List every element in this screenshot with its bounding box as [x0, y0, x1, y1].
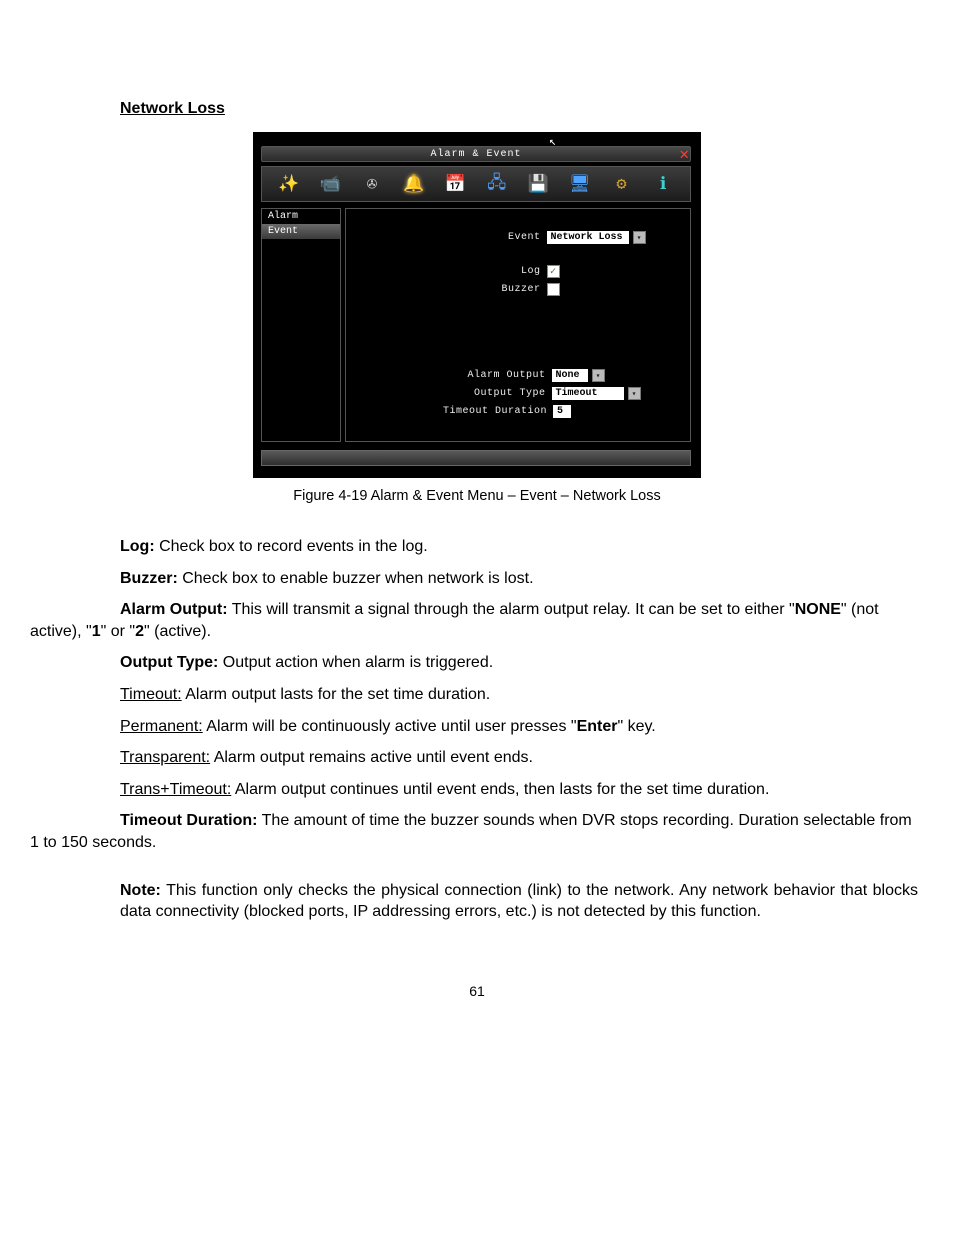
label-buzzer: Buzzer: [391, 284, 541, 295]
toolbar: ✨ 📹 ✇ 🔔 📅 🖧 💾 🖥 ⚙ ℹ: [261, 166, 691, 202]
text-transparent: Alarm output remains active until event …: [210, 749, 533, 766]
para-note: Note: This function only checks the phys…: [30, 880, 924, 923]
check-icon: ✓: [550, 266, 556, 278]
text-permanent-b: " key.: [617, 718, 655, 735]
window-titlebar: Alarm & Event: [261, 146, 691, 162]
text-transtimeout: Alarm output continues until event ends,…: [231, 781, 769, 798]
para-permanent: Permanent: Alarm will be continuously ac…: [120, 716, 924, 738]
text-ao-none: NONE: [795, 601, 841, 618]
term-transtimeout: Trans+Timeout:: [120, 781, 231, 798]
alarm-event-window: ↖ Alarm & Event ✕ ✨ 📹 ✇ 🔔 📅 🖧 💾 🖥 ⚙ ℹ Al…: [253, 132, 701, 478]
label-timeout-duration: Timeout Duration: [397, 406, 547, 417]
text-ao-1: 1: [92, 623, 101, 640]
term-timeout: Timeout:: [120, 686, 182, 703]
buzzer-checkbox[interactable]: [547, 283, 560, 296]
chevron-down-icon[interactable]: ▾: [592, 369, 605, 382]
text-output-type: Output action when alarm is triggered.: [218, 654, 493, 671]
term-permanent: Permanent:: [120, 718, 203, 735]
alarm-output-select[interactable]: None: [552, 369, 588, 382]
text-ao-d: " (active).: [144, 623, 211, 640]
para-buzzer: Buzzer: Check box to enable buzzer when …: [120, 568, 924, 590]
para-log: Log: Check box to record events in the l…: [120, 536, 924, 558]
disk-icon[interactable]: 💾: [525, 171, 551, 197]
window-bottombar: [261, 450, 691, 466]
para-output-type: Output Type: Output action when alarm is…: [120, 652, 924, 674]
alarm-output-value: None: [556, 370, 580, 381]
figure-caption: Figure 4-19 Alarm & Event Menu – Event –…: [30, 488, 924, 504]
settings-panel: Event Network Loss ▾ Log ✓ Buzzer: [345, 208, 691, 442]
event-select-value: Network Loss: [551, 232, 623, 243]
timeout-duration-field[interactable]: 5: [553, 405, 571, 418]
reel-icon[interactable]: ✇: [359, 171, 385, 197]
page-number: 61: [30, 983, 924, 999]
camera-icon[interactable]: 📹: [317, 171, 343, 197]
note-lead: Note:: [120, 882, 161, 899]
text-buzzer: Check box to enable buzzer when network …: [178, 570, 534, 587]
sparkle-icon[interactable]: ✨: [276, 171, 302, 197]
output-type-value: Timeout: [556, 388, 598, 399]
term-transparent: Transparent:: [120, 749, 210, 766]
label-output-type: Output Type: [396, 388, 546, 399]
lead-output-type: Output Type:: [120, 654, 218, 671]
text-permanent-a: Alarm will be continuously active until …: [203, 718, 577, 735]
para-transparent: Transparent: Alarm output remains active…: [120, 747, 924, 769]
text-ao-a: This will transmit a signal through the …: [228, 601, 795, 618]
label-event: Event: [391, 232, 541, 243]
lead-buzzer: Buzzer:: [120, 570, 178, 587]
lead-alarm-output: Alarm Output:: [120, 601, 228, 618]
info-icon[interactable]: ℹ: [650, 171, 676, 197]
text-log: Check box to record events in the log.: [155, 538, 428, 555]
label-alarm-output: Alarm Output: [396, 370, 546, 381]
section-heading: Network Loss: [120, 100, 924, 118]
text-permanent-enter: Enter: [577, 718, 618, 735]
window-title: Alarm & Event: [430, 149, 521, 160]
sidebar-item-event[interactable]: Event: [262, 224, 340, 239]
lead-td: Timeout Duration:: [120, 812, 257, 829]
chevron-down-icon[interactable]: ▾: [628, 387, 641, 400]
note-text: This function only checks the physical c…: [120, 882, 918, 921]
document-page: Network Loss ↖ Alarm & Event ✕ ✨ 📹 ✇ 🔔 📅…: [0, 0, 954, 1059]
label-log: Log: [391, 266, 541, 277]
output-type-select[interactable]: Timeout: [552, 387, 624, 400]
lead-log: Log:: [120, 538, 155, 555]
figure-wrap: ↖ Alarm & Event ✕ ✨ 📹 ✇ 🔔 📅 🖧 💾 🖥 ⚙ ℹ Al…: [253, 132, 701, 478]
text-ao-2: 2: [135, 623, 144, 640]
sidebar: Alarm Event: [261, 208, 341, 442]
display-icon[interactable]: 🖥: [567, 171, 593, 197]
para-timeout-duration: Timeout Duration: The amount of time the…: [30, 810, 924, 853]
text-timeout: Alarm output lasts for the set time dura…: [182, 686, 491, 703]
sidebar-item-alarm[interactable]: Alarm: [262, 209, 340, 224]
network-icon[interactable]: 🖧: [484, 171, 510, 197]
chevron-down-icon[interactable]: ▾: [633, 231, 646, 244]
calendar-icon[interactable]: 📅: [442, 171, 468, 197]
text-ao-c: " or ": [101, 623, 135, 640]
timeout-duration-value: 5: [557, 406, 563, 417]
para-alarm-output: Alarm Output: This will transmit a signa…: [30, 599, 924, 642]
bell-icon[interactable]: 🔔: [401, 171, 427, 197]
event-select[interactable]: Network Loss: [547, 231, 629, 244]
para-transtimeout: Trans+Timeout: Alarm output continues un…: [120, 779, 924, 801]
para-timeout: Timeout: Alarm output lasts for the set …: [120, 684, 924, 706]
log-checkbox[interactable]: ✓: [547, 265, 560, 278]
gear-icon[interactable]: ⚙: [609, 171, 635, 197]
close-icon[interactable]: ✕: [679, 144, 689, 164]
